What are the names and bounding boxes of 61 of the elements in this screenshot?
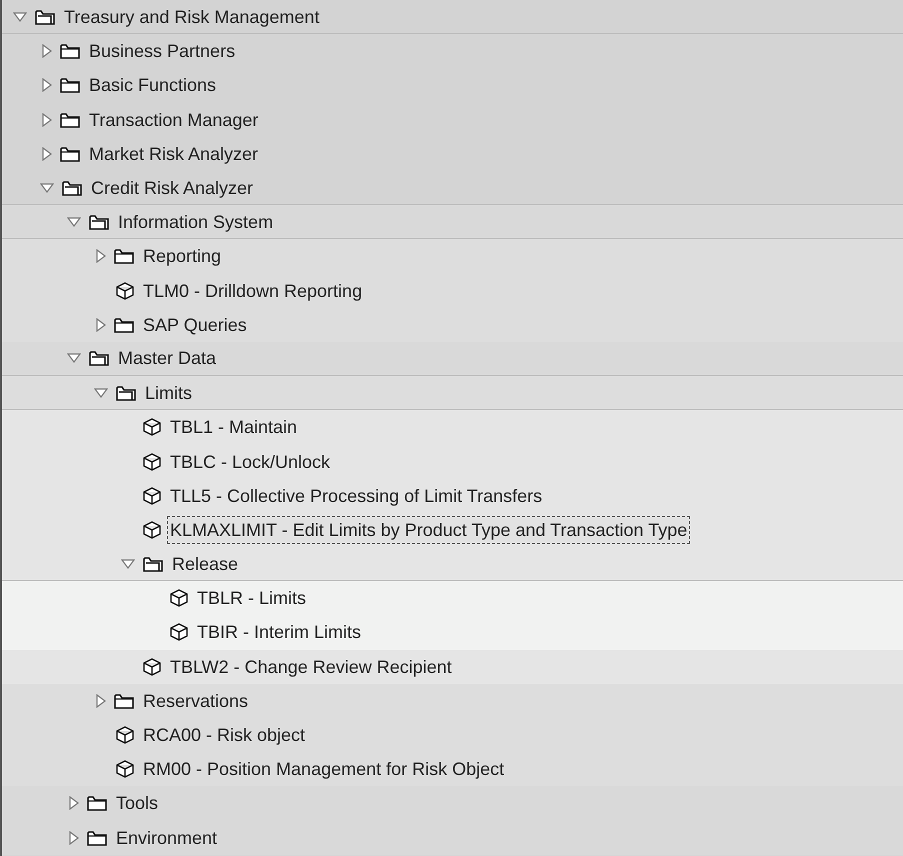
folder-label[interactable]: Treasury and Risk Management — [61, 2, 322, 31]
expand-triangle-icon[interactable] — [96, 694, 106, 708]
expand-triangle-icon[interactable] — [69, 830, 79, 845]
open-folder-icon — [142, 554, 164, 573]
cube-icon — [142, 520, 162, 540]
cube-icon — [142, 417, 162, 438]
expand-triangle-icon[interactable] — [42, 44, 52, 58]
cube-icon — [115, 280, 135, 301]
folder-label[interactable]: Market Risk Analyzer — [86, 140, 262, 168]
cube-icon — [142, 452, 162, 472]
folder-label[interactable]: Tools — [113, 789, 162, 818]
transaction-link[interactable]: KLMAXLIMIT - Edit Limits by Product Type and Transaction Type — [167, 516, 690, 544]
transaction-link[interactable]: TBIR - Interim Limits — [194, 618, 364, 646]
expand-triangle-icon[interactable] — [69, 796, 79, 810]
folder-icon — [113, 247, 135, 266]
expand-triangle-icon[interactable] — [96, 318, 106, 332]
transaction-link[interactable]: RCA00 - Risk object — [140, 721, 308, 750]
collapse-triangle-icon[interactable] — [67, 353, 81, 364]
cube-icon — [115, 759, 135, 780]
transaction-link[interactable]: TBLR - Limits — [194, 584, 310, 612]
folder-label[interactable]: Master Data — [115, 344, 220, 372]
folder-icon — [113, 316, 135, 334]
collapse-triangle-icon[interactable] — [13, 12, 27, 22]
open-folder-icon — [115, 384, 137, 402]
folder-label[interactable]: Environment — [113, 824, 220, 852]
folder-icon — [113, 692, 135, 710]
folder-icon — [86, 828, 108, 847]
cube-icon — [115, 725, 135, 746]
folder-icon — [59, 110, 81, 129]
folder-icon — [59, 144, 81, 163]
open-folder-icon — [88, 212, 110, 231]
expand-triangle-icon[interactable] — [42, 146, 52, 161]
open-folder-icon — [61, 178, 83, 197]
expand-triangle-icon[interactable] — [42, 112, 52, 127]
folder-label[interactable]: Credit Risk Analyzer — [88, 174, 256, 202]
folder-label[interactable]: Transaction Manager — [86, 106, 262, 134]
folder-icon — [86, 794, 108, 812]
folder-icon — [59, 42, 81, 60]
folder-label[interactable]: Release — [169, 550, 242, 578]
cube-icon — [169, 588, 189, 608]
expand-triangle-icon[interactable] — [42, 78, 52, 92]
collapse-triangle-icon[interactable] — [121, 558, 135, 569]
folder-label[interactable]: SAP Queries — [140, 310, 250, 339]
folder-label[interactable]: Limits — [142, 378, 196, 407]
collapse-triangle-icon[interactable] — [40, 182, 54, 193]
open-folder-icon — [34, 8, 56, 26]
folder-label[interactable]: Reporting — [140, 242, 224, 270]
transaction-link[interactable]: TBL1 - Maintain — [167, 413, 300, 442]
folder-label[interactable]: Reservations — [140, 686, 252, 715]
folder-icon — [59, 76, 81, 94]
open-folder-icon — [88, 349, 110, 368]
cube-icon — [169, 622, 189, 642]
cube-icon — [142, 486, 162, 506]
collapse-triangle-icon[interactable] — [94, 388, 108, 398]
cube-icon — [142, 656, 162, 677]
folder-label[interactable]: Business Partners — [86, 37, 238, 66]
collapse-triangle-icon[interactable] — [67, 216, 81, 227]
expand-triangle-icon[interactable] — [96, 249, 106, 264]
transaction-link[interactable]: TBLC - Lock/Unlock — [167, 448, 334, 476]
folder-label[interactable]: Information System — [115, 208, 276, 236]
folder-label[interactable]: Basic Functions — [86, 71, 220, 100]
